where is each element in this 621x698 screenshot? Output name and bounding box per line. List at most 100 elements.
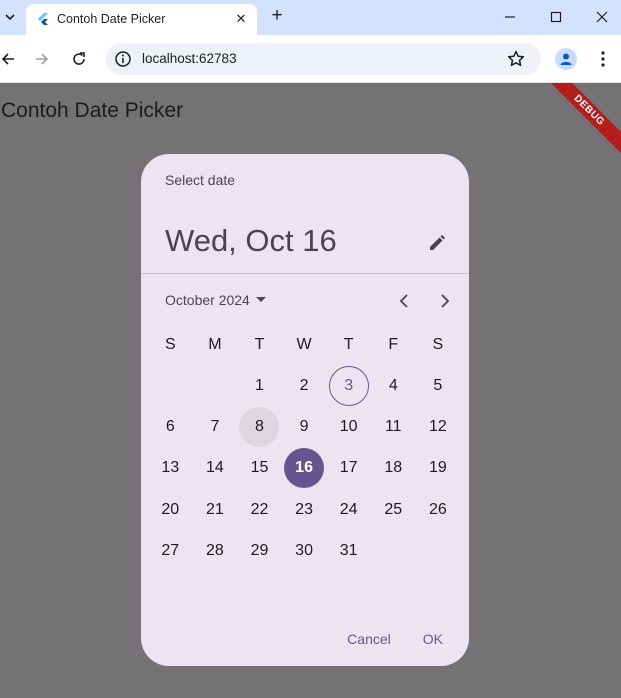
day-28[interactable]: 28 [193,530,238,571]
ok-button[interactable]: OK [411,629,455,649]
days-grid: 1 2 3 4 5 6 7 8 9 10 11 12 13 14 15 16 17 18 19 20 21 22 23 24 2… [148,365,460,571]
date-picker-dialog: Select date Wed, Oct 16 October 2024 S M T… [141,154,469,666]
selected-day-16[interactable]: 16 [282,448,327,489]
arrow-right-icon [36,53,49,65]
previous-month-button[interactable] [393,290,415,312]
day-11[interactable]: 11 [371,406,416,447]
reload-icon [73,52,85,65]
day-number: 2 [299,376,309,394]
day-12[interactable]: 12 [416,406,461,447]
chevron-left-icon [399,294,408,308]
new-tab-button[interactable]: + [266,5,288,27]
day-1[interactable]: 1 [237,365,282,406]
tab-search-button[interactable] [0,6,20,28]
cancel-button[interactable]: Cancel [335,629,403,649]
day-number: 23 [295,500,313,518]
chevron-right-icon [441,294,450,308]
tab-title: Contoh Date Picker [57,12,166,26]
day-number: 20 [161,500,180,518]
day-20[interactable]: 20 [148,489,193,530]
debug-banner: DEBUG [534,83,621,166]
day-number: 7 [210,417,220,435]
maximize-icon [550,11,562,23]
day-number: 25 [384,500,403,518]
day-5[interactable]: 5 [416,365,461,406]
month-year-selector[interactable]: October 2024 [165,290,266,310]
day-number: 15 [250,459,269,477]
app-viewport: Contoh Date Picker DEBUG Select date Wed… [0,83,621,698]
day-6[interactable]: 6 [148,406,193,447]
tab-close-icon[interactable]: ✕ [232,10,250,28]
switch-to-input-button[interactable] [425,231,449,255]
browser-tab[interactable]: Contoh Date Picker ✕ [26,4,257,35]
day-29[interactable]: 29 [237,530,282,571]
forward-button[interactable] [30,47,54,71]
day-number: 4 [388,376,398,394]
dropdown-arrow-icon [255,297,266,302]
back-button[interactable] [0,47,20,71]
site-info-icon[interactable] [114,50,132,68]
day-27[interactable]: 27 [148,530,193,571]
day-13[interactable]: 13 [148,448,193,489]
day-30[interactable]: 30 [282,530,327,571]
day-number: 3 [328,365,369,406]
day-23[interactable]: 23 [282,489,327,530]
flutter-favicon-icon [38,13,48,25]
profile-avatar-icon [560,53,572,65]
close-icon [596,11,608,23]
day-25[interactable]: 25 [371,489,416,530]
dialog-actions: Cancel OK [335,629,455,649]
maximize-button[interactable] [544,6,568,28]
day-10[interactable]: 10 [326,406,371,447]
day-17[interactable]: 17 [326,448,371,489]
profile-button[interactable] [555,48,577,70]
day-31[interactable]: 31 [326,530,371,571]
day-18[interactable]: 18 [371,448,416,489]
url-text[interactable]: localhost:62783 [142,51,237,66]
minimize-icon [505,16,515,18]
day-number: 24 [339,500,358,518]
day-number: 22 [250,500,269,518]
weekday-label: F [388,335,399,353]
day-22[interactable]: 22 [237,489,282,530]
day-number: 11 [384,417,402,435]
calendar-grid: SMTWTFS 1 2 3 4 5 6 7 8 9 10 11 12 13 14 15 16 17 18 19 20 2… [148,324,460,571]
next-month-button[interactable] [434,290,456,312]
day-4[interactable]: 4 [371,365,416,406]
weekday-label: W [296,335,312,353]
day-number: 10 [339,417,358,435]
day-21[interactable]: 21 [193,489,238,530]
bookmark-star-icon[interactable] [506,49,526,69]
day-24[interactable]: 24 [326,489,371,530]
day-15[interactable]: 15 [237,448,282,489]
dialog-help-text: Select date [165,172,236,188]
address-bar[interactable]: localhost:62783 [106,43,541,75]
chevron-down-icon [5,14,15,20]
day-8[interactable]: 8 [237,406,282,447]
day-26[interactable]: 26 [416,489,461,530]
day-9[interactable]: 9 [282,406,327,447]
day-14[interactable]: 14 [193,448,238,489]
day-7[interactable]: 7 [193,406,238,447]
day-number: 18 [384,459,403,477]
day-number: 13 [161,459,180,477]
close-window-button[interactable] [590,6,614,28]
today-day-3[interactable]: 3 [326,365,371,406]
day-number: 17 [339,459,358,477]
day-number: 1 [255,376,264,394]
empty-day-cell [193,365,238,406]
day-number: 21 [205,500,224,518]
weekday-label: T [343,335,354,353]
day-number: 6 [165,417,175,435]
day-number: 8 [239,406,280,447]
day-2[interactable]: 2 [282,365,327,406]
reload-button[interactable] [67,47,91,71]
empty-day-cell [148,365,193,406]
minimize-button[interactable] [498,6,522,28]
day-19[interactable]: 19 [416,448,461,489]
weekday-header-row: SMTWTFS [148,324,460,365]
header-divider [141,273,469,274]
month-year-label: October 2024 [165,292,250,308]
browser-menu-button[interactable] [593,48,613,70]
arrow-left-icon [1,53,14,65]
